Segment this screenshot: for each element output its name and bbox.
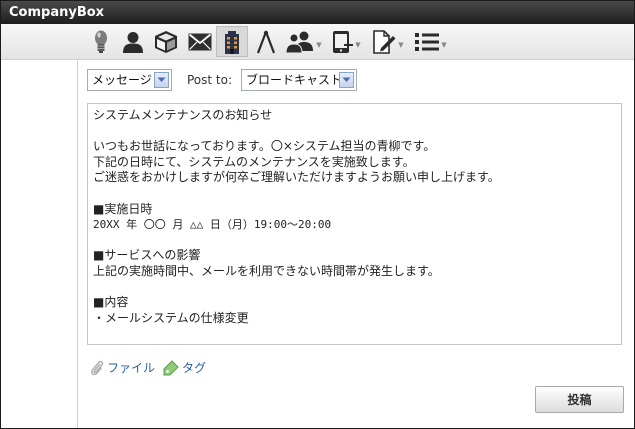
body-line: いつもお世話になっております。〇×システム担当の青柳です。: [93, 139, 436, 154]
body-line: [93, 280, 616, 296]
body-line: ・メールシステムの仕様変更: [93, 310, 249, 325]
toolbar-tools-button[interactable]: [255, 26, 277, 57]
message-type-select[interactable]: メッセージ: [87, 69, 172, 91]
body-line: [93, 233, 616, 249]
tag-link-label: タグ: [182, 361, 207, 375]
building-icon: [225, 30, 239, 54]
body-line: 上記の実施時間中、メールを利用できない時間帯が発生します。: [93, 263, 440, 278]
app-title: CompanyBox: [1, 1, 634, 24]
list-icon: [415, 32, 440, 51]
body-line: [93, 124, 616, 140]
paperclip-icon: [90, 360, 104, 375]
toolbar-mobile-button[interactable]: ▼: [329, 26, 363, 57]
toolbar-list-button[interactable]: ▼: [413, 26, 449, 57]
message-type-value: メッセージ: [92, 73, 152, 87]
toolbar-box-button[interactable]: [152, 26, 180, 57]
post-to-select[interactable]: ブロードキャスト: [241, 69, 357, 91]
dropdown-arrow-icon: [339, 72, 354, 88]
mail-icon: [188, 33, 212, 50]
attach-file-link[interactable]: ファイル: [90, 359, 155, 376]
add-tag-link[interactable]: タグ: [163, 359, 206, 376]
document-edit-icon: [373, 29, 396, 54]
toolbar-documents-button[interactable]: ▼: [370, 26, 406, 57]
body-line: ■サービスへの影響: [93, 248, 201, 263]
body-line: システムメンテナンスのお知らせ: [93, 108, 273, 122]
left-sidebar: [1, 60, 78, 428]
user-icon: [123, 31, 143, 53]
body-line: [93, 186, 616, 202]
phone-icon: [333, 30, 354, 53]
body-line: ご迷惑をおかけしますが何卒ご理解いただけますようお願い申し上げます。: [93, 170, 500, 185]
toolbar-mail-button[interactable]: [187, 26, 213, 57]
chevron-down-icon: ▼: [441, 40, 447, 49]
toolbar-profile-button[interactable]: [121, 26, 145, 57]
toolbar-company-button[interactable]: [216, 26, 248, 57]
body-line: ■実施日時: [93, 201, 153, 216]
message-body-textarea[interactable]: システムメンテナンスのお知らせ いつもお世話になっております。〇×システム担当の…: [87, 103, 622, 345]
lightbulb-icon: [95, 30, 107, 53]
post-to-value: ブロードキャスト: [246, 73, 343, 87]
body-line: 20XX 年 〇〇 月 △△ 日（月）19:00〜20:00: [93, 218, 332, 232]
post-to-label: Post to:: [187, 73, 233, 87]
body-line: ■内容: [93, 295, 129, 310]
dropdown-arrow-icon: [154, 72, 169, 88]
chevron-down-icon: ▼: [398, 40, 404, 49]
toolbar-ideas-button[interactable]: [90, 26, 112, 57]
group-icon: [286, 31, 314, 53]
body-line: 下記の日時にて、システムのメンテナンスを実施致します。: [93, 154, 415, 169]
chevron-down-icon: ▼: [316, 40, 322, 49]
tag-icon: [163, 359, 179, 375]
file-link-label: ファイル: [107, 361, 156, 375]
compass-icon: [256, 30, 276, 53]
cube-icon: [155, 30, 177, 53]
main-toolbar: ▼ ▼ ▼ ▼: [1, 24, 634, 60]
chevron-down-icon: ▼: [355, 40, 361, 49]
toolbar-groups-button[interactable]: ▼: [284, 26, 324, 57]
post-button[interactable]: 投稿: [535, 386, 624, 413]
app-window: CompanyBox ▼ ▼ ▼ ▼ メッセージ Post to: ブロードキャ…: [0, 0, 635, 429]
